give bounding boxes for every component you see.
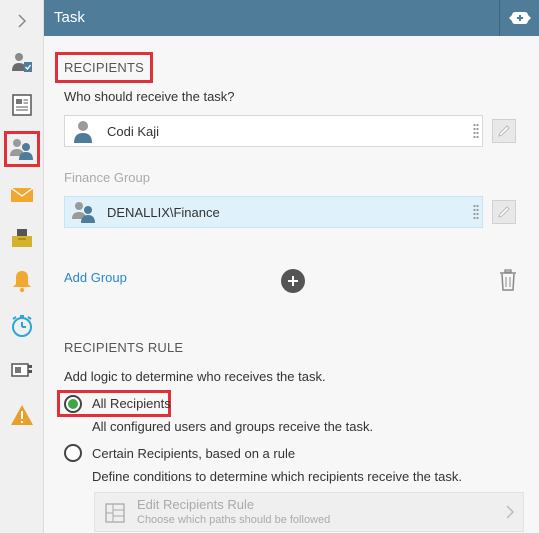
sidebar-item-warnings[interactable] xyxy=(4,397,40,433)
rule-layout-icon xyxy=(105,503,125,523)
sidebar-item-inbox[interactable] xyxy=(4,220,40,256)
edit-rule-subtitle: Choose which paths should be followed xyxy=(137,514,331,526)
task-panel: RECIPIENTS Who should receive the task? … xyxy=(44,36,539,533)
add-group-link[interactable]: Add Group xyxy=(64,270,127,285)
panel-header: Task xyxy=(44,0,539,36)
recipient-group-row[interactable]: DENALLIX\Finance xyxy=(64,196,483,228)
all-recipients-label[interactable]: All Recipients xyxy=(92,396,171,411)
sidebar-item-display[interactable] xyxy=(4,353,40,389)
sidebar-item-email[interactable] xyxy=(4,177,40,213)
recipient-group-name: DENALLIX\Finance xyxy=(107,205,220,220)
user-avatar-icon xyxy=(74,121,92,143)
panel-title: Task xyxy=(54,9,85,26)
drag-handle-icon[interactable] xyxy=(473,123,479,139)
add-recipient-button[interactable] xyxy=(281,269,305,293)
plus-icon xyxy=(288,276,298,286)
edit-recipients-rule-button[interactable]: Edit Recipients Rule Choose which paths … xyxy=(94,492,524,532)
bell-icon xyxy=(13,271,31,293)
warning-icon xyxy=(11,405,33,425)
edit-group-button[interactable] xyxy=(492,200,516,224)
drag-handle-icon[interactable] xyxy=(473,204,479,220)
all-recipients-hint: All configured users and groups receive … xyxy=(92,419,374,434)
recipient-user-row[interactable]: Codi Kaji xyxy=(64,115,483,147)
chevron-right-icon xyxy=(18,14,27,28)
certain-recipients-hint: Define conditions to determine which rec… xyxy=(92,469,462,484)
recipients-section-title: RECIPIENTS xyxy=(55,52,154,83)
header-divider xyxy=(499,0,500,36)
stopwatch-icon xyxy=(12,315,32,337)
edit-user-button[interactable] xyxy=(492,119,516,143)
group-label: Finance Group xyxy=(64,170,150,185)
sidebar-item-task-user[interactable] xyxy=(4,45,40,81)
sidebar xyxy=(0,0,44,533)
sidebar-item-notifications[interactable] xyxy=(4,263,40,299)
inbox-icon xyxy=(12,229,32,247)
all-recipients-radio[interactable] xyxy=(64,395,82,413)
recipients-icon xyxy=(10,139,33,160)
recipients-rule-description: Add logic to determine who receives the … xyxy=(64,369,326,384)
user-task-icon xyxy=(12,53,32,72)
recipient-user-name: Codi Kaji xyxy=(107,124,160,139)
expand-panel-button[interactable] xyxy=(507,8,533,28)
group-avatar-icon xyxy=(72,202,95,223)
screen-icon xyxy=(11,363,32,377)
certain-recipients-label[interactable]: Certain Recipients, based on a rule xyxy=(92,446,295,461)
expand-icon xyxy=(509,12,531,24)
form-icon xyxy=(12,94,32,116)
recipients-prompt: Who should receive the task? xyxy=(64,89,235,104)
sidebar-item-form[interactable] xyxy=(4,87,40,123)
edit-rule-title: Edit Recipients Rule xyxy=(137,497,255,512)
collapse-button[interactable] xyxy=(4,3,40,39)
pencil-icon xyxy=(498,125,510,137)
certain-recipients-radio[interactable] xyxy=(64,444,82,462)
pencil-icon xyxy=(498,206,510,218)
recipients-rule-title: RECIPIENTS RULE xyxy=(64,340,184,355)
sidebar-item-recipients[interactable] xyxy=(4,131,40,167)
email-icon xyxy=(10,187,34,202)
delete-trash-icon[interactable] xyxy=(499,269,517,291)
chevron-right-icon xyxy=(506,505,515,519)
sidebar-item-escalation[interactable] xyxy=(4,308,40,344)
